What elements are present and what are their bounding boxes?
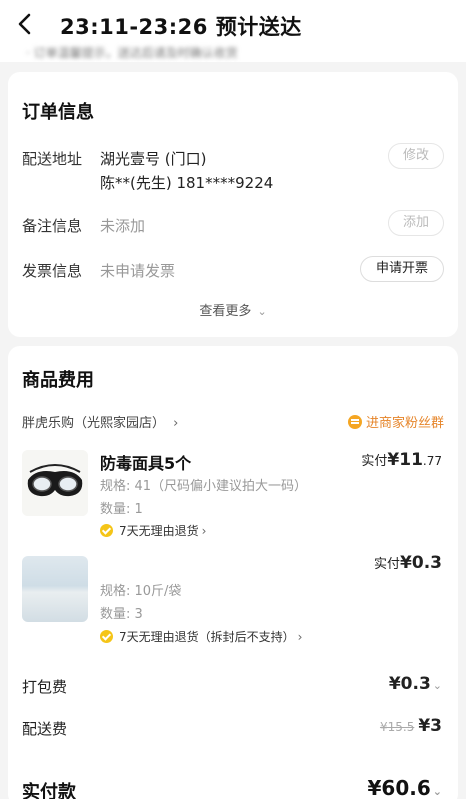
notice-text: · 订单温馨提示，送达后请及时确认收货 bbox=[26, 46, 238, 60]
chevron-down-icon: ⌄ bbox=[432, 679, 442, 692]
product-image-mask[interactable] bbox=[22, 450, 88, 516]
shop-name: 胖虎乐购（光熙家园店） bbox=[22, 416, 166, 431]
request-invoice-button[interactable]: 申请开票 bbox=[360, 256, 444, 282]
chevron-right-icon: › bbox=[297, 630, 303, 644]
chevron-down-icon: ⌄ bbox=[257, 305, 267, 318]
chat-icon bbox=[347, 415, 362, 429]
invoice-label: 发票信息 bbox=[22, 262, 83, 280]
note-label: 备注信息 bbox=[22, 217, 83, 235]
edit-address-button[interactable]: 修改 bbox=[388, 143, 444, 169]
item-price: 实付¥11.77 bbox=[361, 450, 442, 470]
chevron-right-icon: › bbox=[201, 524, 207, 538]
see-more-link[interactable]: 查看更多 ⌄ bbox=[8, 300, 458, 319]
delivery-fee-value: ¥15.5 ¥3 bbox=[379, 716, 442, 736]
order-info-title: 订单信息 bbox=[22, 102, 94, 123]
item-name: 防毒面具5个 bbox=[100, 454, 192, 473]
add-note-button[interactable]: 添加 bbox=[388, 210, 444, 236]
packing-fee-value[interactable]: ¥0.3 ⌄ bbox=[389, 674, 442, 694]
check-icon bbox=[100, 524, 113, 537]
delivery-fee-label: 配送费 bbox=[22, 720, 68, 738]
check-icon bbox=[100, 630, 113, 643]
goods-fee-title: 商品费用 bbox=[22, 370, 94, 391]
invoice-value: 未申请发票 bbox=[100, 262, 176, 280]
item-qty: 数量: 1 bbox=[100, 502, 143, 517]
item-spec: 规格: 41（尺码偏小建议拍大一码） bbox=[100, 479, 308, 494]
chevron-down-icon: ⌄ bbox=[432, 785, 442, 798]
notice-strip: · 订单温馨提示，送达后请及时确认收货 bbox=[0, 40, 466, 62]
chevron-right-icon: › bbox=[173, 416, 179, 431]
goods-fee-card: 商品费用 胖虎乐购（光熙家园店） › 进商家粉丝群 防毒面具5个 实付¥11.7… bbox=[8, 346, 458, 799]
return-policy-tag[interactable]: 7天无理由退货 › bbox=[100, 522, 206, 539]
fan-group-link[interactable]: 进商家粉丝群 bbox=[347, 412, 444, 431]
return-policy-tag[interactable]: 7天无理由退货（拆封后不支持） › bbox=[100, 628, 302, 645]
packing-fee-label: 打包费 bbox=[22, 678, 68, 696]
back-arrow-icon[interactable] bbox=[12, 10, 40, 38]
address-line: 湖光壹号 (门口) bbox=[100, 150, 207, 168]
address-label: 配送地址 bbox=[22, 150, 83, 168]
shop-link[interactable]: 胖虎乐购（光熙家园店） › bbox=[22, 412, 178, 431]
total-value[interactable]: ¥60.6 ⌄ bbox=[368, 776, 442, 799]
see-more-label: 查看更多 bbox=[199, 304, 252, 319]
note-value: 未添加 bbox=[100, 217, 146, 235]
item-price: 实付¥0.3 bbox=[374, 553, 442, 573]
total-label: 实付款 bbox=[22, 782, 76, 799]
item-spec: 规格: 10斤/袋 bbox=[100, 584, 182, 599]
product-image-sky[interactable] bbox=[22, 556, 88, 622]
recipient-line: 陈**(先生) 181****9224 bbox=[100, 174, 274, 192]
original-delivery-fee: ¥15.5 bbox=[379, 720, 415, 734]
delivery-eta-title: 23:11-23:26 预计送达 bbox=[60, 15, 302, 39]
gas-mask-image bbox=[22, 450, 88, 516]
fan-group-label: 进商家粉丝群 bbox=[365, 416, 444, 431]
item-qty: 数量: 3 bbox=[100, 607, 143, 622]
order-info-card: 订单信息 配送地址 湖光壹号 (门口) 陈**(先生) 181****9224 … bbox=[8, 72, 458, 337]
